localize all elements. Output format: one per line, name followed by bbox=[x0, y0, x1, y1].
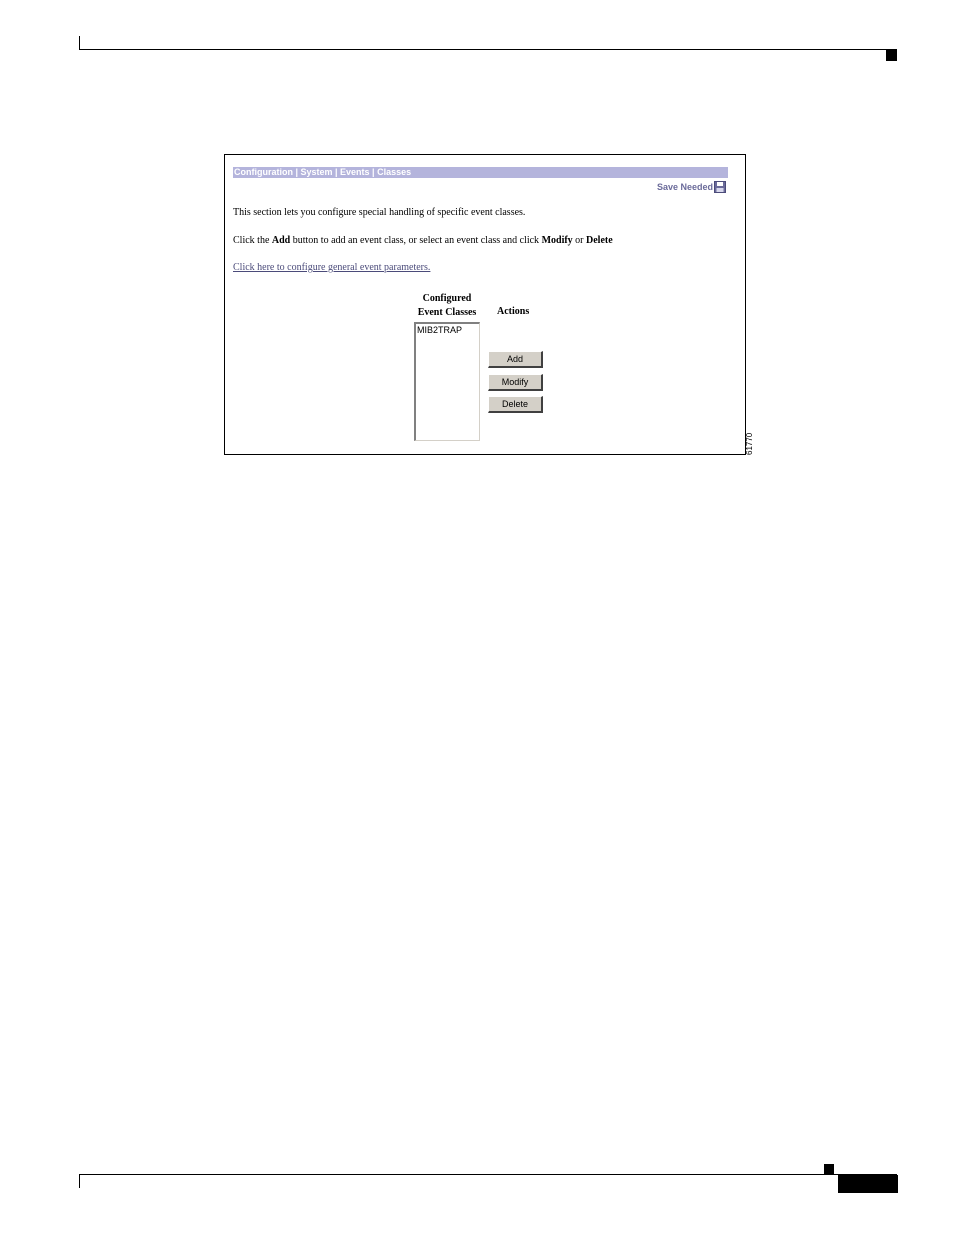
header-marker bbox=[886, 50, 897, 61]
instructions-add: Add bbox=[271, 235, 291, 246]
instructions-delete: Delete bbox=[586, 235, 613, 246]
modify-button[interactable]: Modify bbox=[488, 374, 543, 391]
heading-line: Configured bbox=[422, 293, 472, 304]
floppy-disk-icon bbox=[714, 181, 726, 193]
header-rule bbox=[79, 49, 897, 50]
save-needed-label: Save Needed bbox=[656, 182, 713, 192]
instructions-part: button to add an event class, or select … bbox=[290, 235, 542, 246]
list-item[interactable]: MIB2TRAP bbox=[416, 324, 479, 337]
instructions-part: Click the bbox=[233, 235, 272, 246]
save-needed-button[interactable]: Save Needed bbox=[657, 180, 726, 194]
configured-event-classes-heading: Configured Event Classes bbox=[411, 292, 483, 320]
footer-rule bbox=[79, 1174, 897, 1175]
instructions-part: or bbox=[572, 235, 587, 246]
add-button[interactable]: Add bbox=[488, 351, 543, 368]
general-event-parameters-link[interactable]: Click here to configure general event pa… bbox=[233, 262, 430, 273]
footer-marker bbox=[824, 1164, 834, 1174]
figure-id: 61770 bbox=[745, 432, 754, 455]
instructions-text: Click the Add button to add an event cla… bbox=[233, 235, 613, 246]
intro-text: This section lets you configure special … bbox=[233, 207, 526, 218]
footer-tick bbox=[79, 1174, 80, 1188]
actions-heading: Actions bbox=[497, 306, 530, 317]
footer-page-tab bbox=[838, 1175, 898, 1193]
header-tick bbox=[79, 36, 80, 50]
event-classes-listbox[interactable]: MIB2TRAP bbox=[414, 322, 480, 441]
heading-line: Event Classes bbox=[417, 307, 477, 318]
delete-button[interactable]: Delete bbox=[488, 396, 543, 413]
breadcrumb: Configuration | System | Events | Classe… bbox=[233, 167, 728, 178]
instructions-modify: Modify bbox=[541, 235, 573, 246]
screenshot-figure: Configuration | System | Events | Classe… bbox=[224, 154, 746, 455]
